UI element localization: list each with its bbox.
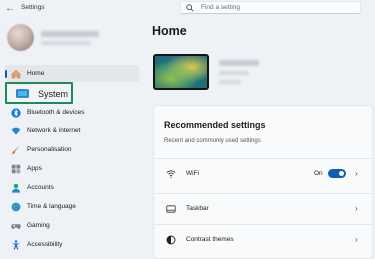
taskbar-row[interactable]: Taskbar › [154,193,372,224]
row-label: Contrast themes [186,236,234,243]
sidebar-item-label: Bluetooth & devices [27,109,85,116]
sidebar-item-apps[interactable]: Apps [5,160,139,177]
bluetooth-icon [11,108,21,118]
chevron-right-icon: › [355,235,358,244]
search-placeholder: Find a setting [201,4,241,11]
sidebar-item-label: Accessibility [27,241,63,248]
person-icon [12,183,20,193]
sidebar-item-label: Accounts [27,184,54,191]
sidebar-item-label: Gaming [27,222,50,229]
profile-email-blurred [41,41,91,45]
row-label: Taskbar [186,205,209,212]
contrast-icon [166,235,176,245]
wifi-icon [11,127,21,135]
sidebar-item-label: Personalisation [27,146,72,153]
app-title: Settings [21,4,45,11]
page-title: Home [152,24,187,38]
sidebar-item-label: Home [27,70,45,77]
device-wallpaper [155,56,207,88]
avatar[interactable] [7,24,34,51]
toggle-state-label: On [314,170,323,177]
card-title: Recommended settings [164,120,266,130]
globe-icon [11,202,21,212]
accessibility-icon [12,240,20,250]
contrast-themes-row[interactable]: Contrast themes › [154,224,372,255]
search-input[interactable]: Find a setting [180,1,361,14]
sidebar-item-label: Apps [27,165,42,172]
chevron-right-icon: › [355,169,358,178]
brush-icon [12,145,20,155]
device-rename-link-blurred[interactable] [219,80,241,84]
sidebar-item-time-language[interactable]: Time & language [5,198,139,215]
selection-indicator [5,70,7,78]
search-icon [186,4,194,12]
device-image [153,54,209,90]
sidebar-item-label: Time & language [27,203,76,210]
card-subtitle: Recent and commonly used settings [164,138,261,144]
toggle-knob [339,171,344,176]
home-icon [11,69,21,79]
sidebar-item-gaming[interactable]: Gaming [5,217,139,234]
row-label: WiFi [186,170,199,177]
sidebar-item-home[interactable]: Home [5,65,139,82]
title-bar: ← Settings Find a setting [0,0,375,18]
wifi-icon [166,170,176,178]
sidebar-item-personalisation[interactable]: Personalisation [5,141,139,158]
chevron-right-icon: › [355,204,358,213]
sidebar-item-bluetooth[interactable]: Bluetooth & devices [5,104,139,121]
wifi-row[interactable]: WiFi On › [154,158,372,189]
profile-name-blurred [41,31,99,37]
monitor-icon [16,89,29,98]
taskbar-icon [166,205,176,213]
apps-icon [11,164,21,174]
sidebar-item-accounts[interactable]: Accounts [5,179,139,196]
sidebar-item-label: Network & internet [27,127,81,134]
wifi-toggle[interactable] [328,169,346,178]
device-name-blurred [219,60,259,66]
sidebar-item-network[interactable]: Network & internet [5,122,139,139]
gamepad-icon [11,224,21,229]
back-arrow-icon[interactable]: ← [3,2,17,16]
recommended-settings-card: Recommended settings Recent and commonly… [153,105,373,259]
sidebar-item-label: System [38,89,69,99]
sidebar-item-system[interactable]: System [5,82,73,104]
device-model-blurred [219,71,249,75]
sidebar-item-accessibility[interactable]: Accessibility [5,236,139,253]
